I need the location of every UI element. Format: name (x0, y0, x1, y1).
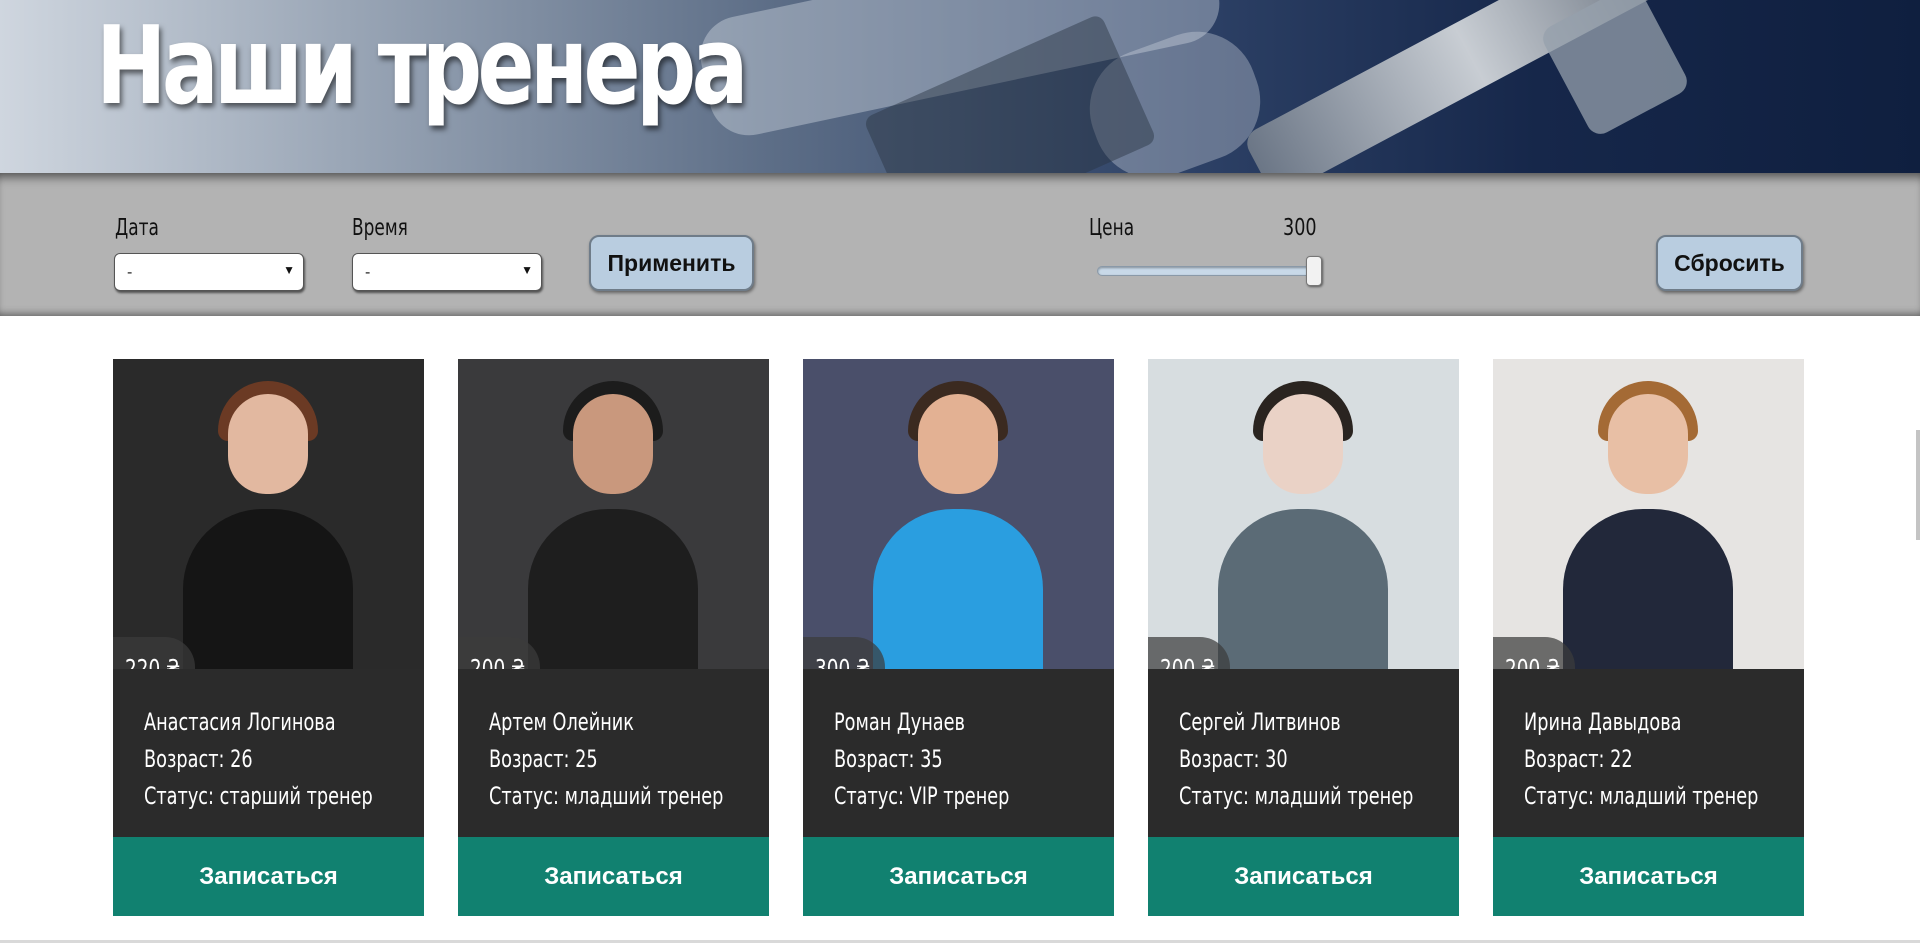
trainer-card: 220 ₴ Анастасия Логинова Возраст: 26 Ста… (113, 359, 424, 916)
trainer-status: Статус: старший тренер (144, 782, 373, 810)
trainer-photo-face (1263, 394, 1343, 494)
trainer-info: Сергей Литвинов Возраст: 30 Статус: млад… (1179, 704, 1459, 815)
trainer-status: Статус: младший тренер (489, 782, 724, 810)
price-value: 300 (1283, 215, 1317, 241)
price-badge-text: 200 ₴ (1160, 654, 1216, 669)
reset-button[interactable]: Сбросить (1656, 235, 1803, 291)
price-badge-text: 300 ₴ (815, 654, 871, 669)
trainer-photo-face (573, 394, 653, 494)
date-select-value: - (127, 264, 133, 281)
filter-bar (0, 173, 1920, 316)
trainer-name: Ирина Давыдова (1524, 708, 1682, 736)
hero-dumbbell-shape (1538, 0, 1692, 139)
trainer-photo-body (873, 509, 1043, 669)
trainer-photo-face (228, 394, 308, 494)
trainer-photo: 220 ₴ (113, 359, 424, 669)
price-badge: 200 ₴ (1148, 637, 1230, 669)
signup-button[interactable]: Записаться (1148, 837, 1459, 916)
trainer-info: Ирина Давыдова Возраст: 22 Статус: младш… (1524, 704, 1804, 815)
trainer-photo: 200 ₴ (1493, 359, 1804, 669)
trainer-status: Статус: младший тренер (1179, 782, 1414, 810)
trainer-photo-body (1563, 509, 1733, 669)
trainer-photo: 300 ₴ (803, 359, 1114, 669)
trainer-status: Статус: VIP тренер (834, 782, 1010, 810)
trainer-age: Возраст: 35 (834, 745, 943, 773)
price-label: Цена (1089, 215, 1135, 241)
trainer-name: Сергей Литвинов (1179, 708, 1341, 736)
trainer-card: 200 ₴ Ирина Давыдова Возраст: 22 Статус:… (1493, 359, 1804, 916)
time-label: Время (352, 215, 408, 241)
trainer-photo-body (528, 509, 698, 669)
date-label: Дата (115, 215, 159, 241)
signup-button[interactable]: Записаться (1493, 837, 1804, 916)
trainer-name: Анастасия Логинова (144, 708, 336, 736)
price-badge-text: 220 ₴ (125, 654, 181, 669)
signup-button[interactable]: Записаться (113, 837, 424, 916)
trainer-name: Роман Дунаев (834, 708, 965, 736)
apply-button[interactable]: Применить (589, 235, 754, 291)
trainer-name: Артем Олейник (489, 708, 634, 736)
page-title: Наши тренера (96, 4, 748, 129)
trainer-info: Артем Олейник Возраст: 25 Статус: младши… (489, 704, 769, 815)
date-select[interactable]: - ▼ (114, 253, 304, 291)
price-badge-text: 200 ₴ (470, 654, 526, 669)
time-select-value: - (365, 264, 371, 281)
price-badge: 200 ₴ (1493, 637, 1575, 669)
trainer-card: 200 ₴ Артем Олейник Возраст: 25 Статус: … (458, 359, 769, 916)
price-badge-text: 200 ₴ (1505, 654, 1561, 669)
trainer-card: 300 ₴ Роман Дунаев Возраст: 35 Статус: V… (803, 359, 1114, 916)
signup-button[interactable]: Записаться (458, 837, 769, 916)
trainer-age: Возраст: 30 (1179, 745, 1288, 773)
trainer-age: Возраст: 25 (489, 745, 598, 773)
chevron-down-icon: ▼ (521, 263, 533, 277)
trainer-photo-body (1218, 509, 1388, 669)
trainer-info: Роман Дунаев Возраст: 35 Статус: VIP тре… (834, 704, 1114, 815)
trainer-status: Статус: младший тренер (1524, 782, 1759, 810)
scrollbar[interactable] (1916, 430, 1920, 540)
trainer-photo: 200 ₴ (458, 359, 769, 669)
trainer-info: Анастасия Логинова Возраст: 26 Статус: с… (144, 704, 424, 815)
price-slider-track[interactable] (1097, 266, 1319, 276)
trainer-photo: 200 ₴ (1148, 359, 1459, 669)
trainer-age: Возраст: 22 (1524, 745, 1633, 773)
trainer-age: Возраст: 26 (144, 745, 253, 773)
price-badge: 300 ₴ (803, 637, 885, 669)
trainer-photo-body (183, 509, 353, 669)
time-select[interactable]: - ▼ (352, 253, 542, 291)
price-slider-handle[interactable] (1306, 256, 1322, 286)
trainer-card: 200 ₴ Сергей Литвинов Возраст: 30 Статус… (1148, 359, 1459, 916)
trainer-photo-face (1608, 394, 1688, 494)
price-badge: 220 ₴ (113, 637, 195, 669)
signup-button[interactable]: Записаться (803, 837, 1114, 916)
trainer-photo-face (918, 394, 998, 494)
hero-banner: Наши тренера (0, 0, 1920, 173)
chevron-down-icon: ▼ (283, 263, 295, 277)
price-badge: 200 ₴ (458, 637, 540, 669)
